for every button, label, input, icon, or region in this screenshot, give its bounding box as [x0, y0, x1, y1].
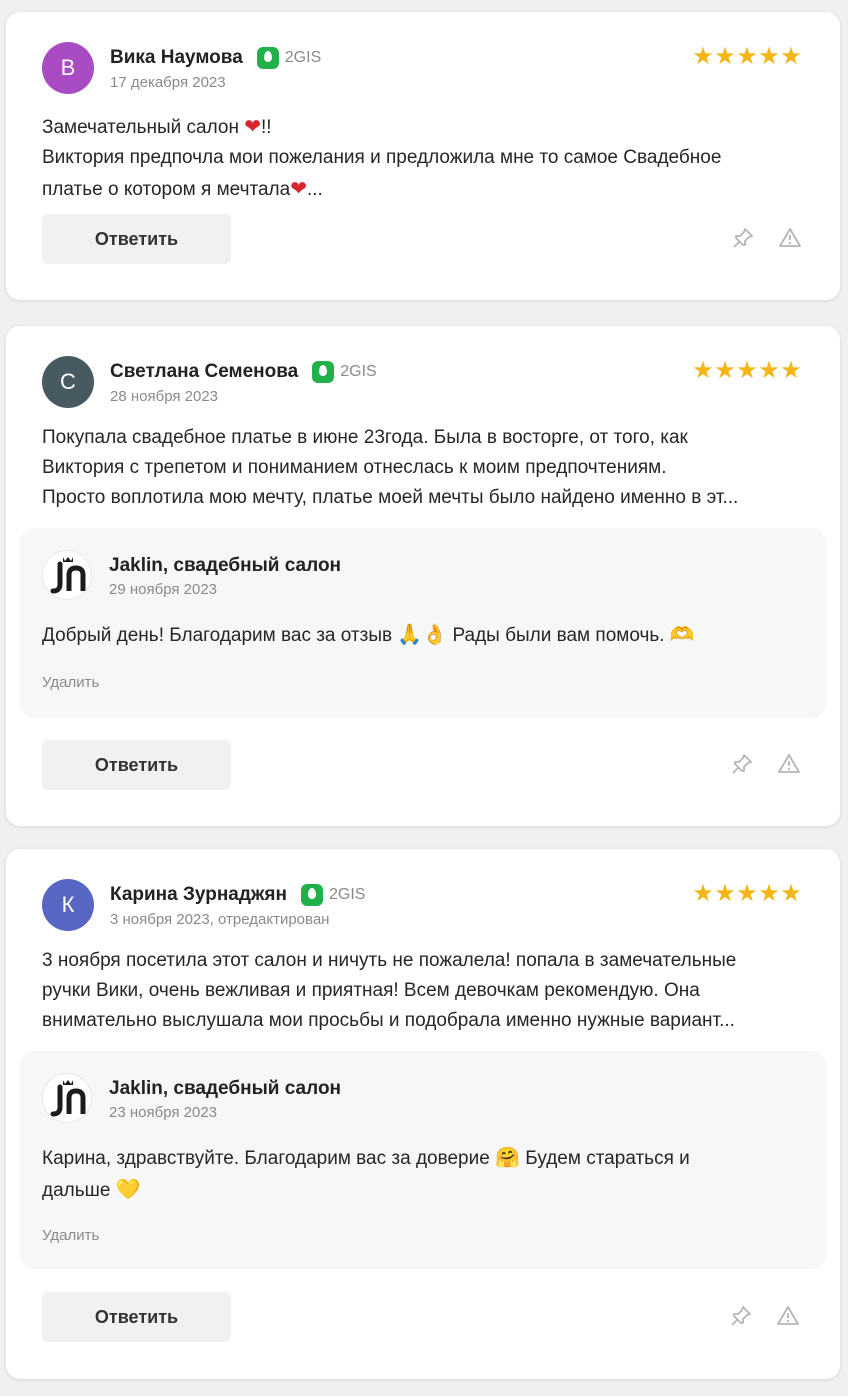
yellow-heart-emoji: 💛 — [115, 1177, 141, 1201]
avatar: В — [42, 42, 94, 94]
review-text-line: платье о котором я мечтала❤... — [42, 176, 323, 200]
review-card: В Вика Наумова 2GIS 17 декабря 2023 ★ ★ … — [6, 12, 840, 300]
review-date: 28 ноября 2023 — [110, 388, 219, 405]
reply-button[interactable]: Ответить — [42, 740, 231, 790]
owner-reply: Jaklin, свадебный салон 23 ноября 2023 К… — [20, 1051, 826, 1269]
review-text-line: Покупала свадебное платье в июне 23года.… — [42, 427, 688, 448]
2gis-icon — [300, 884, 323, 906]
star-icon: ★ — [714, 42, 736, 70]
salon-logo — [42, 1073, 92, 1123]
pin-icon[interactable] — [730, 752, 754, 776]
star-icon: ★ — [692, 356, 714, 384]
review-text-line: внимательно выслушала мои просьбы и подо… — [42, 1010, 735, 1031]
reply-date: 23 ноября 2023 — [109, 1104, 218, 1121]
avatar: С — [42, 356, 94, 408]
pin-icon[interactable] — [731, 226, 755, 250]
source-label: 2GIS — [340, 363, 377, 380]
reply-text-line: Карина, здравствуйте. Благодарим вас за … — [42, 1145, 690, 1169]
star-icon: ★ — [780, 879, 802, 907]
review-text[interactable]: Покупала свадебное платье в июне 23года.… — [42, 423, 802, 513]
star-icon: ★ — [714, 356, 736, 384]
review-header: С Светлана Семенова 2GIS 28 ноября 2023 … — [42, 356, 802, 410]
delete-reply-link[interactable]: Удалить — [42, 1227, 99, 1244]
star-icon: ★ — [780, 356, 802, 384]
review-card: К Карина Зурнаджян 2GIS 3 ноября 2023, о… — [6, 849, 840, 1379]
review-text-line: Просто воплотила мою мечту, платье моей … — [42, 487, 739, 508]
reply-author-name: Jaklin, свадебный салон — [109, 555, 342, 576]
review-text-line: Замечательный салон ❤!! — [42, 114, 272, 138]
warning-triangle-icon[interactable] — [777, 752, 801, 776]
review-date: 3 ноября 2023, отредактирован — [110, 911, 330, 928]
reply-text-line: Добрый день! Благодарим вас за отзыв 🙏👌 … — [42, 622, 695, 646]
star-icon: ★ — [692, 879, 714, 907]
review-date: 17 декабря 2023 — [110, 74, 226, 91]
star-icon: ★ — [714, 879, 736, 907]
salon-logo — [42, 550, 92, 600]
2gis-icon — [256, 47, 279, 69]
hugging-face-emoji: 🤗 — [495, 1145, 520, 1169]
review-text-line: Виктория предпочла мои пожелания и предл… — [42, 147, 722, 168]
rating-stars: ★ ★ ★ ★ ★ — [692, 44, 802, 68]
review-header: В Вика Наумова 2GIS 17 декабря 2023 ★ ★ … — [42, 42, 802, 96]
source-badge: 2GIS — [300, 884, 366, 906]
warning-triangle-icon[interactable] — [778, 226, 802, 250]
review-header: К Карина Зурнаджян 2GIS 3 ноября 2023, о… — [42, 879, 802, 933]
review-text[interactable]: Замечательный салон ❤!! Виктория предпоч… — [42, 111, 802, 205]
author-name[interactable]: Карина Зурнаджян — [110, 884, 287, 906]
heart-hands-emoji: 🫶 — [669, 622, 695, 646]
review-card: С Светлана Семенова 2GIS 28 ноября 2023 … — [6, 326, 840, 826]
review-text-line: ручки Вики, очень вежливая и приятная! В… — [42, 980, 700, 1001]
warning-triangle-icon[interactable] — [776, 1304, 800, 1328]
heart-emoji: ❤ — [290, 176, 307, 200]
author-name[interactable]: Вика Наумова — [110, 47, 243, 69]
reply-text: Добрый день! Благодарим вас за отзыв 🙏👌 … — [42, 619, 804, 651]
star-icon: ★ — [736, 42, 758, 70]
rating-stars: ★ ★ ★ ★ ★ — [692, 881, 802, 905]
review-text-line: 3 ноября посетила этот салон и ничуть не… — [42, 950, 737, 971]
reply-button[interactable]: Ответить — [42, 1292, 231, 1342]
source-label: 2GIS — [328, 886, 366, 903]
source-badge: 2GIS — [312, 361, 377, 383]
heart-emoji: ❤ — [244, 114, 262, 138]
star-icon: ★ — [758, 356, 780, 384]
star-icon: ★ — [780, 42, 802, 70]
praying-hands-ok-emoji: 🙏👌 — [397, 622, 448, 646]
source-label: 2GIS — [284, 49, 322, 66]
delete-reply-link[interactable]: Удалить — [42, 674, 99, 691]
review-text-line: Виктория с трепетом и пониманием отнесла… — [42, 457, 667, 478]
reply-button[interactable]: Ответить — [42, 214, 231, 264]
avatar: К — [42, 879, 94, 931]
owner-reply: Jaklin, свадебный салон 29 ноября 2023 Д… — [20, 528, 826, 718]
star-icon: ★ — [736, 879, 758, 907]
rating-stars: ★ ★ ★ ★ ★ — [692, 358, 802, 382]
star-icon: ★ — [736, 356, 758, 384]
author-name[interactable]: Светлана Семенова — [110, 361, 298, 383]
source-badge: 2GIS — [256, 47, 322, 69]
review-text[interactable]: 3 ноября посетила этот салон и ничуть не… — [42, 946, 802, 1036]
star-icon: ★ — [692, 42, 714, 70]
reply-date: 29 ноября 2023 — [109, 581, 218, 598]
reply-text-line: дальше 💛 — [42, 1177, 141, 1201]
reply-text: Карина, здравствуйте. Благодарим вас за … — [42, 1142, 804, 1206]
reply-author-name: Jaklin, свадебный салон — [109, 1078, 342, 1099]
2gis-icon — [312, 361, 335, 383]
star-icon: ★ — [758, 42, 780, 70]
star-icon: ★ — [758, 879, 780, 907]
pin-icon[interactable] — [729, 1304, 753, 1328]
